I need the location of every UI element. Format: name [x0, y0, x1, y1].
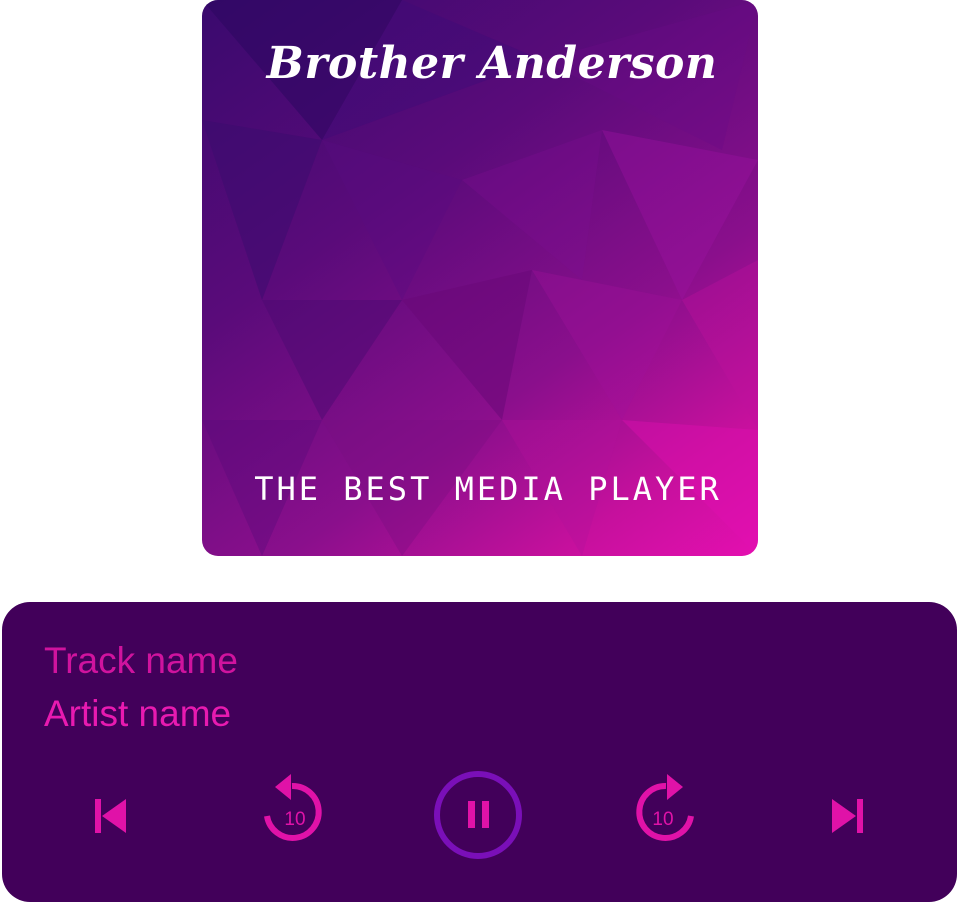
album-subtitle: THE BEST MEDIA PLAYER	[254, 470, 722, 508]
rewind-10-button[interactable]: 10	[256, 770, 332, 850]
album-art: Brother Anderson THE BEST MEDIA PLAYER	[202, 0, 758, 556]
play-pause-button[interactable]	[432, 769, 524, 861]
replay-10-icon: 10	[264, 774, 322, 841]
next-button[interactable]	[820, 788, 876, 844]
skip-next-icon	[832, 799, 863, 833]
pause-icon	[434, 771, 522, 859]
skip-previous-icon	[95, 799, 126, 833]
player-panel: Track name Artist name 10 10	[2, 602, 957, 902]
track-name: Track name	[44, 640, 238, 681]
previous-button[interactable]	[82, 788, 138, 844]
forward-10-icon: 10	[636, 774, 694, 841]
artist-name: Artist name	[44, 693, 232, 734]
media-player-screen: Brother Anderson THE BEST MEDIA PLAYER T…	[0, 0, 959, 904]
forward-10-button[interactable]: 10	[626, 770, 702, 850]
forward-seconds-label: 10	[652, 809, 673, 830]
album-title: Brother Anderson	[266, 38, 718, 89]
rewind-seconds-label: 10	[284, 809, 305, 830]
